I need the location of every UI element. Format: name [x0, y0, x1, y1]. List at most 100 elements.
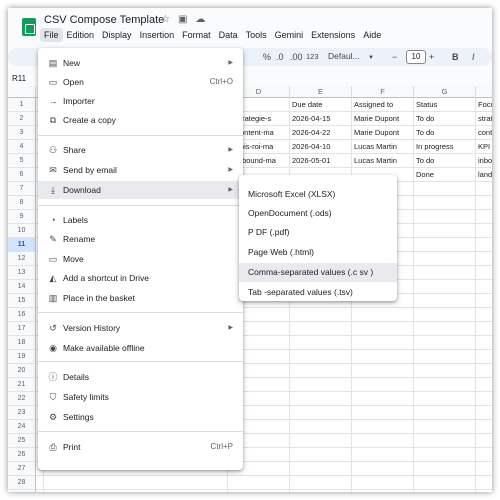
row-header[interactable]: 28 — [8, 476, 36, 490]
cloud-status-icon[interactable]: ☁ — [195, 14, 205, 25]
table-cell[interactable]: To do — [416, 154, 475, 168]
table-cell[interactable]: 2026-04-22 — [292, 126, 351, 140]
row-header[interactable]: 9 — [8, 210, 36, 224]
table-cell[interactable]: To do — [416, 126, 475, 140]
menu-item-move[interactable]: ▭ Move — [38, 250, 243, 268]
document-title[interactable]: CSV Compose Template — [44, 14, 164, 26]
header-cell[interactable]: Focus — [478, 98, 492, 112]
menu-format[interactable]: Format — [178, 28, 215, 42]
table-cell[interactable]: conte — [478, 126, 492, 140]
menu-display[interactable]: Display — [98, 28, 136, 42]
row-header[interactable]: 1 — [8, 98, 36, 112]
menu-file[interactable]: File — [40, 28, 63, 42]
menu-item-send-by-email[interactable]: ✉ Send by email ▶ — [38, 161, 243, 179]
row-header[interactable]: 24 — [8, 420, 36, 434]
font-select[interactable]: Defaul... ▼ — [328, 49, 378, 63]
decrease-decimals-button[interactable]: .0 — [276, 50, 284, 64]
menu-item-make-available-offline[interactable]: ◉ Make available offline — [38, 339, 243, 357]
row-header[interactable]: 16 — [8, 308, 36, 322]
table-cell[interactable]: Lucas Martin — [354, 140, 413, 154]
table-cell[interactable]: Marie Dupont — [354, 126, 413, 140]
folder-icon[interactable]: ▣ — [178, 14, 187, 25]
menu-gemini[interactable]: Gemini — [271, 28, 308, 42]
download-option-2[interactable]: P DF (.pdf) — [239, 223, 397, 242]
column-header[interactable]: F — [352, 86, 414, 98]
menu-item-safety-limits[interactable]: ⛉ Safety limits — [38, 388, 243, 406]
header-cell[interactable]: Due date — [292, 98, 351, 112]
table-cell[interactable]: 2026-04-10 — [292, 140, 351, 154]
row-header[interactable]: 7 — [8, 182, 36, 196]
menu-insertion[interactable]: Insertion — [136, 28, 179, 42]
name-box[interactable]: R11 — [12, 74, 26, 83]
row-header[interactable]: 26 — [8, 448, 36, 462]
row-header[interactable]: 2 — [8, 112, 36, 126]
row-header[interactable]: 19 — [8, 350, 36, 364]
row-header[interactable]: 21 — [8, 378, 36, 392]
row-header[interactable]: 23 — [8, 406, 36, 420]
row-header[interactable]: 25 — [8, 434, 36, 448]
row-header[interactable]: 6 — [8, 168, 36, 182]
sheets-logo-icon[interactable] — [22, 18, 36, 36]
row-header[interactable]: 12 — [8, 252, 36, 266]
number-format-button[interactable]: 123 — [306, 50, 319, 64]
menu-item-version-history[interactable]: ↺ Version History ▶ — [38, 319, 243, 337]
header-cell[interactable]: Assigned to — [354, 98, 413, 112]
menu-aide[interactable]: Aide — [359, 28, 385, 42]
table-cell[interactable]: 2026-05-01 — [292, 154, 351, 168]
menu-item-create-a-copy[interactable]: ⧉ Create a copy — [38, 111, 243, 129]
font-size-input[interactable]: 10 — [406, 50, 426, 64]
menu-item-settings[interactable]: ⚙ Settings — [38, 408, 243, 426]
row-header[interactable]: 29 — [8, 490, 36, 492]
bold-button[interactable]: B — [452, 50, 459, 64]
menu-item-print[interactable]: ⎙ Print Ctrl+P — [38, 438, 243, 456]
row-header[interactable]: 14 — [8, 280, 36, 294]
column-header[interactable]: E — [290, 86, 352, 98]
download-option-3[interactable]: Page Web (.html) — [239, 243, 397, 262]
menu-edition[interactable]: Edition — [63, 28, 99, 42]
row-header[interactable]: 10 — [8, 224, 36, 238]
decrease-font-size-button[interactable]: − — [392, 50, 397, 64]
table-cell[interactable]: landin — [478, 168, 492, 182]
increase-decimals-button[interactable]: .00 — [290, 50, 303, 64]
row-header[interactable]: 15 — [8, 294, 36, 308]
menu-item-importer[interactable]: → Importer — [38, 92, 243, 110]
row-header[interactable]: 11 — [8, 238, 36, 252]
column-header[interactable] — [476, 86, 492, 98]
table-cell[interactable]: Marie Dupont — [354, 112, 413, 126]
row-header[interactable]: 3 — [8, 126, 36, 140]
download-option-5[interactable]: Tab -separated values (.tsv) — [239, 283, 397, 302]
menu-item-share[interactable]: ⚇ Share ▶ — [38, 141, 243, 159]
table-cell[interactable]: Done — [416, 168, 475, 182]
menu-item-labels[interactable]: ◔ Labels — [38, 211, 243, 229]
row-header[interactable]: 4 — [8, 140, 36, 154]
row-header[interactable]: 5 — [8, 154, 36, 168]
table-cell[interactable]: strate — [478, 112, 492, 126]
row-header[interactable]: 8 — [8, 196, 36, 210]
column-header[interactable]: G — [414, 86, 476, 98]
header-cell[interactable]: Status — [416, 98, 475, 112]
table-cell[interactable]: KPI R — [478, 140, 492, 154]
row-header[interactable]: 18 — [8, 336, 36, 350]
menu-data[interactable]: Data — [215, 28, 242, 42]
table-cell[interactable]: In progress — [416, 140, 475, 154]
table-cell[interactable]: 2026-04-15 — [292, 112, 351, 126]
italic-button[interactable]: I — [472, 50, 475, 64]
download-option-4[interactable]: Comma-separated values (.c sv ) — [239, 263, 397, 282]
table-cell[interactable]: To do — [416, 112, 475, 126]
menu-item-add-a-shortcut-in-drive[interactable]: ◭ Add a shortcut in Drive — [38, 269, 243, 287]
download-option-0[interactable]: Microsoft Excel (XLSX) — [239, 185, 397, 204]
row-header[interactable]: 22 — [8, 392, 36, 406]
menu-item-place-in-the-basket[interactable]: ▥ Place in the basket — [38, 289, 243, 307]
menu-item-download[interactable]: ⤓ Download ▶ — [38, 181, 243, 199]
percent-format-button[interactable]: % — [263, 50, 271, 64]
row-header[interactable]: 17 — [8, 322, 36, 336]
menu-item-details[interactable]: ⓘ Details — [38, 368, 243, 386]
select-all-corner[interactable] — [8, 86, 36, 98]
download-option-1[interactable]: OpenDocument (.ods) — [239, 204, 397, 223]
menu-tools[interactable]: Tools — [242, 28, 271, 42]
star-icon[interactable]: ☆ — [161, 14, 170, 25]
row-header[interactable]: 27 — [8, 462, 36, 476]
menu-item-new[interactable]: ▤ New ▶ — [38, 54, 243, 72]
increase-font-size-button[interactable]: + — [429, 50, 434, 64]
row-header[interactable]: 20 — [8, 364, 36, 378]
